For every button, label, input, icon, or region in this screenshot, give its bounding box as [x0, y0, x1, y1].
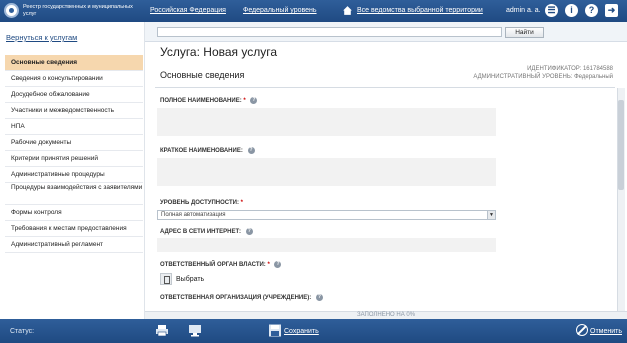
print-icon[interactable]: [155, 324, 169, 337]
cancel-button[interactable]: Отменить: [590, 328, 622, 335]
logout-icon[interactable]: ➜: [605, 4, 618, 17]
help-icon[interactable]: ?: [250, 97, 258, 104]
sidebar-item-documents[interactable]: Рабочие документы: [5, 135, 143, 151]
search-input[interactable]: [157, 27, 502, 37]
sidebar-item-criteria[interactable]: Критерии принятия решений: [5, 151, 143, 167]
scrollbar-thumb[interactable]: [618, 100, 624, 190]
web-address-label: АДРЕС В СЕТИ ИНТЕРНЕТ: ?: [160, 228, 253, 235]
required-mark: *: [267, 262, 270, 269]
sidebar-item-appeal[interactable]: Досудебное обжалование: [5, 87, 143, 103]
required-mark: *: [240, 200, 243, 206]
status-label: Статус:: [10, 328, 35, 335]
info-icon[interactable]: i: [565, 4, 578, 17]
authority-label-text: ОТВЕТСТВЕННЫЙ ОРГАН ВЛАСТИ:: [160, 262, 266, 269]
header-divider: [155, 87, 615, 88]
sidebar-item-interaction[interactable]: Процедуры взаимодействия с заявителями: [5, 183, 143, 205]
sidebar-item-places[interactable]: Требования к местам предоставления: [5, 221, 143, 237]
short-name-field[interactable]: [157, 158, 496, 186]
home-icon[interactable]: [342, 5, 353, 16]
save-button[interactable]: Сохранить: [284, 328, 319, 335]
required-mark: *: [243, 98, 246, 105]
section-title: Основные сведения: [160, 70, 245, 80]
choose-authority-icon[interactable]: [160, 273, 172, 285]
admin-level: АДМИНИСТРАТИВНЫЙ УРОВЕНЬ: Федеральный: [473, 74, 613, 80]
region-link[interactable]: Российская Федерация: [150, 7, 226, 14]
web-address-label-text: АДРЕС В СЕТИ ИНТЕРНЕТ:: [160, 229, 242, 236]
full-name-field[interactable]: [157, 108, 496, 136]
sidebar-item-procedures[interactable]: Административные процедуры: [5, 167, 143, 183]
user-name[interactable]: admin a. a.: [506, 7, 541, 14]
sidebar-item-npa[interactable]: НПА: [5, 119, 143, 135]
choose-authority-button[interactable]: Выбрать: [176, 276, 204, 283]
identifier: ИДЕНТИФИКАТОР: 161784588: [527, 66, 613, 72]
service-meta: ИДЕНТИФИКАТОР: 161784588 АДМИНИСТРАТИВНЫ…: [473, 65, 613, 81]
registry-title[interactable]: Реестр государственных и муниципальных у…: [23, 4, 133, 18]
sidebar-item-consulting[interactable]: Сведения о консультировании: [5, 71, 143, 87]
organization-label: ОТВЕТСТВЕННАЯ ОРГАНИЗАЦИЯ (УЧРЕЖДЕНИЕ): …: [160, 294, 323, 301]
agencies-link[interactable]: Все ведомства выбранной территории: [357, 7, 483, 14]
help-icon[interactable]: ?: [245, 228, 253, 235]
monitor-icon[interactable]: [188, 324, 202, 337]
sidebar-item-basic-info[interactable]: Основные сведения: [5, 55, 143, 71]
progress-bar: ЗАПОЛНЕНО НА 0%: [145, 311, 627, 319]
search-button[interactable]: Найти: [505, 27, 544, 38]
web-address-field[interactable]: [157, 238, 496, 252]
help-icon[interactable]: ?: [274, 261, 282, 268]
help-icon[interactable]: ?: [315, 294, 323, 301]
short-name-label-text: КРАТКОЕ НАИМЕНОВАНИЕ:: [160, 148, 243, 155]
access-level-label: УРОВЕНЬ ДОСТУПНОСТИ: *: [160, 200, 243, 206]
page-title: Услуга: Новая услуга: [160, 45, 278, 59]
cancel-icon[interactable]: [576, 324, 588, 336]
authority-label: ОТВЕТСТВЕННЫЙ ОРГАН ВЛАСТИ: * ?: [160, 261, 282, 269]
messages-icon[interactable]: ☰: [545, 4, 558, 17]
back-to-services-link[interactable]: Вернуться к услугам: [6, 33, 77, 42]
sidebar-item-regulation[interactable]: Административный регламент: [5, 237, 143, 253]
short-name-label: КРАТКОЕ НАИМЕНОВАНИЕ: ?: [160, 147, 255, 154]
save-icon[interactable]: [268, 324, 282, 337]
chevron-down-icon[interactable]: ▼: [487, 211, 495, 219]
help-icon[interactable]: ?: [247, 147, 255, 154]
full-name-label: ПОЛНОЕ НАИМЕНОВАНИЕ: * ?: [160, 97, 258, 105]
help-icon[interactable]: ?: [585, 4, 598, 17]
level-link[interactable]: Федеральный уровень: [243, 7, 317, 14]
access-level-label-text: УРОВЕНЬ ДОСТУПНОСТИ:: [160, 200, 239, 206]
access-level-select[interactable]: Полная автоматизация: [157, 210, 496, 220]
sidebar-item-control[interactable]: Формы контроля: [5, 205, 143, 221]
logo-icon[interactable]: [4, 3, 19, 18]
organization-label-text: ОТВЕТСТВЕННАЯ ОРГАНИЗАЦИЯ (УЧРЕЖДЕНИЕ):: [160, 295, 312, 302]
sidebar-item-participants[interactable]: Участники и межведомственность: [5, 103, 143, 119]
full-name-label-text: ПОЛНОЕ НАИМЕНОВАНИЕ:: [160, 98, 242, 105]
